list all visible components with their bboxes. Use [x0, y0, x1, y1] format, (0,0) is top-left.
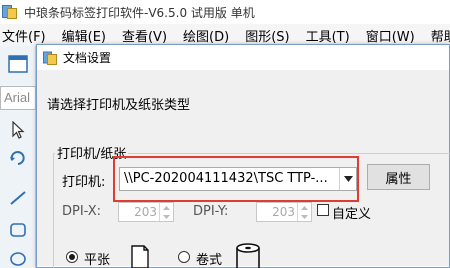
dpi-x-value: 203: [134, 205, 157, 219]
paper-sheet-radio[interactable]: [66, 251, 78, 263]
line-icon[interactable]: [6, 186, 30, 210]
spin-down-icon[interactable]: [298, 212, 311, 221]
chevron-down-icon[interactable]: [339, 168, 356, 190]
menu-bar: 文件(F) 编辑(E) 查看(V) 绘图(D) 图形(S) 工具(T) 窗口(W…: [0, 24, 450, 46]
font-name-combo[interactable]: Arial: [0, 86, 36, 110]
custom-dpi-checkbox[interactable]: [317, 204, 329, 216]
menu-shape[interactable]: 图形(S): [245, 26, 289, 45]
dialog-instruction: 请选择打印机及纸张类型: [47, 98, 191, 113]
dialog-app-icon: [43, 51, 57, 65]
paper-roll-icon: [234, 242, 262, 268]
spin-up-icon[interactable]: [298, 203, 311, 212]
printer-select[interactable]: \\PC-202004111432\TSC TTP-...: [119, 167, 357, 191]
properties-button[interactable]: 属性: [367, 164, 430, 190]
paper-sheet-icon: [128, 244, 152, 268]
menu-tools[interactable]: 工具(T): [306, 26, 350, 45]
paper-sheet-label: 平张: [84, 253, 111, 268]
menu-file[interactable]: 文件(F): [2, 26, 46, 45]
menu-window[interactable]: 窗口(W): [366, 26, 415, 45]
paper-roll-label: 卷式: [196, 253, 223, 268]
dpi-x-label: DPI-X:: [62, 204, 102, 219]
rotate-icon[interactable]: [6, 146, 30, 170]
dialog-title: 文档设置: [63, 51, 112, 65]
app-logo-icon: [2, 4, 18, 20]
printer-paper-group-label: 打印机/纸张: [55, 143, 129, 162]
ellipse-icon[interactable]: [6, 246, 30, 268]
app-title: 中琅条码标签打印软件-V6.5.0 试用版 单机: [24, 5, 255, 20]
printer-select-value: \\PC-202004111432\TSC TTP-...: [124, 171, 328, 186]
menu-view[interactable]: 查看(V): [122, 26, 167, 45]
dialog-title-bar[interactable]: 文档设置: [37, 45, 449, 71]
document-icon[interactable]: [6, 52, 30, 76]
app-title-bar: 中琅条码标签打印软件-V6.5.0 试用版 单机: [0, 0, 450, 24]
menu-draw[interactable]: 绘图(D): [183, 26, 229, 45]
rounded-rect-icon[interactable]: [6, 218, 30, 242]
spin-down-icon[interactable]: [160, 212, 173, 221]
menu-edit[interactable]: 编辑(E): [62, 26, 106, 45]
dpi-y-spinner[interactable]: 203: [256, 202, 312, 222]
spin-up-icon[interactable]: [160, 203, 173, 212]
dpi-y-label: DPI-Y:: [193, 204, 229, 219]
paper-roll-radio[interactable]: [178, 251, 190, 263]
menu-help[interactable]: 帮助: [431, 26, 450, 45]
custom-dpi-label: 自定义: [332, 207, 372, 222]
printer-label: 打印机:: [62, 175, 106, 190]
dpi-x-spinner[interactable]: 203: [118, 202, 174, 222]
select-arrow-icon[interactable]: [6, 118, 30, 142]
dpi-y-value: 203: [272, 205, 295, 219]
